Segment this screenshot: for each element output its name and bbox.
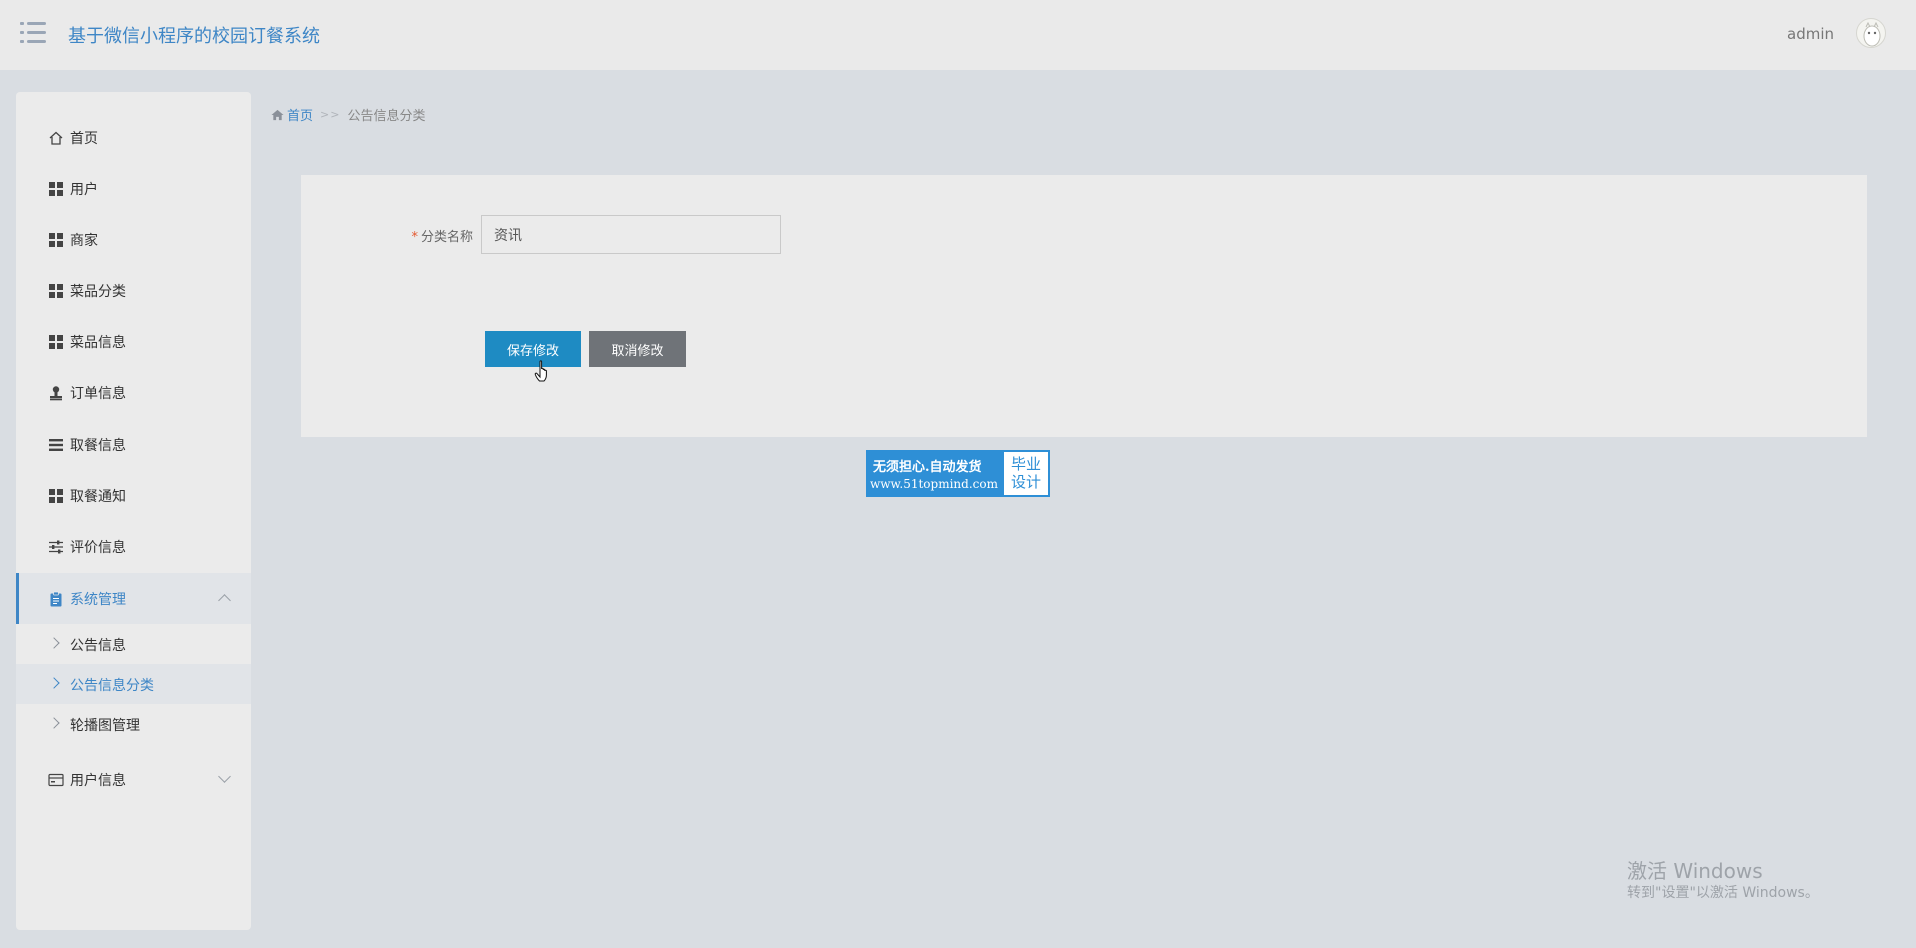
avatar[interactable]	[1856, 18, 1886, 48]
sidebar-item-users[interactable]: 用户	[16, 163, 251, 214]
breadcrumb: 首页 >> 公告信息分类	[271, 105, 425, 124]
save-button[interactable]: 保存修改	[485, 331, 581, 367]
app-title: 基于微信小程序的校园订餐系统	[68, 26, 320, 47]
grid-icon	[49, 182, 63, 196]
list-icon	[49, 439, 63, 451]
sidebar-item-orders[interactable]: 订单信息	[16, 367, 251, 418]
ad-badge-right: 毕业 设计	[1004, 452, 1048, 495]
chevron-right-icon	[48, 637, 60, 649]
sidebar-item-dish-info[interactable]: 菜品信息	[16, 316, 251, 367]
sidebar-item-label: 商家	[70, 232, 98, 249]
sidebar-subitem-label: 公告信息	[70, 638, 126, 654]
sidebar-item-user-info[interactable]: 用户信息	[16, 754, 251, 805]
cancel-button[interactable]: 取消修改	[589, 331, 686, 367]
sidebar-item-merchants[interactable]: 商家	[16, 214, 251, 265]
category-name-label: * 分类名称	[405, 226, 473, 245]
activation-watermark-text: 转到"设置"以激活 Windows。	[1627, 885, 1819, 901]
ad-line2: www.51topmind.com	[870, 477, 998, 491]
grid-icon	[49, 233, 63, 247]
ad-right-line2: 设计	[1010, 473, 1041, 491]
sidebar-item-label: 取餐信息	[70, 437, 126, 454]
category-name-input[interactable]	[481, 215, 781, 254]
sidebar-subitem-label: 轮播图管理	[70, 718, 140, 734]
sidebar: 首页 用户 商家 菜品分类 菜品信息 订单信息 取餐信息 取餐通知 评价信息 系…	[16, 92, 251, 930]
home-icon	[271, 109, 284, 120]
chevron-down-icon	[218, 770, 231, 783]
sidebar-subitem-carousel[interactable]: 轮播图管理	[16, 704, 251, 744]
sidebar-item-home[interactable]: 首页	[16, 112, 251, 163]
edit-form-card: *分类名称 保存修改 取消修改	[301, 175, 1867, 437]
chevron-right-icon	[48, 677, 60, 689]
sidebar-subitem-announcement-category[interactable]: 公告信息分类	[16, 664, 251, 704]
sidebar-subitem-label: 公告信息分类	[70, 678, 154, 694]
home-icon	[49, 131, 63, 145]
ad-right-line1: 毕业	[1010, 455, 1041, 473]
top-header: 基于微信小程序的校园订餐系统 admin	[0, 0, 1916, 70]
sidebar-item-label: 评价信息	[70, 539, 126, 556]
card-icon	[48, 773, 64, 787]
sidebar-item-reviews[interactable]: 评价信息	[16, 521, 251, 572]
chevron-up-icon	[218, 594, 231, 607]
breadcrumb-separator: >>	[320, 108, 341, 121]
chevron-right-icon	[48, 717, 60, 729]
breadcrumb-home-link[interactable]: 首页	[287, 105, 313, 124]
sidebar-subitem-announcements[interactable]: 公告信息	[16, 624, 251, 664]
grid-icon	[49, 335, 63, 349]
activation-watermark-title: 激活 Windows	[1627, 859, 1763, 883]
sliders-icon	[49, 540, 63, 554]
stamp-icon	[50, 386, 62, 401]
sidebar-item-label: 用户	[70, 181, 98, 198]
category-name-label-text: 分类名称	[420, 230, 473, 245]
required-mark: *	[411, 230, 418, 245]
grid-icon	[49, 284, 63, 298]
sidebar-item-label: 系统管理	[70, 591, 126, 608]
sidebar-item-dish-category[interactable]: 菜品分类	[16, 265, 251, 316]
grid-icon	[49, 489, 63, 503]
ad-line1: 无须担心.自动发货	[873, 460, 982, 475]
clipboard-icon	[50, 591, 62, 607]
user-name[interactable]: admin	[1787, 25, 1834, 43]
ad-badge[interactable]: 无须担心.自动发货 www.51topmind.com 毕业 设计	[866, 450, 1050, 497]
sidebar-item-label: 菜品信息	[70, 334, 126, 351]
sidebar-item-system-management[interactable]: 系统管理	[16, 573, 251, 624]
menu-toggle-icon[interactable]	[20, 22, 46, 44]
breadcrumb-current: 公告信息分类	[347, 109, 426, 124]
sidebar-item-label: 取餐通知	[70, 488, 126, 505]
sidebar-item-label: 菜品分类	[70, 283, 126, 300]
sidebar-item-label: 订单信息	[70, 385, 126, 402]
hand-cursor-icon	[534, 360, 547, 382]
sidebar-item-label: 首页	[70, 130, 98, 147]
sidebar-item-label: 用户信息	[70, 772, 126, 789]
ad-badge-left: 无须担心.自动发货 www.51topmind.com	[868, 452, 1002, 495]
sidebar-item-pickup-notice[interactable]: 取餐通知	[16, 470, 251, 521]
sidebar-item-pickup-info[interactable]: 取餐信息	[16, 419, 251, 470]
